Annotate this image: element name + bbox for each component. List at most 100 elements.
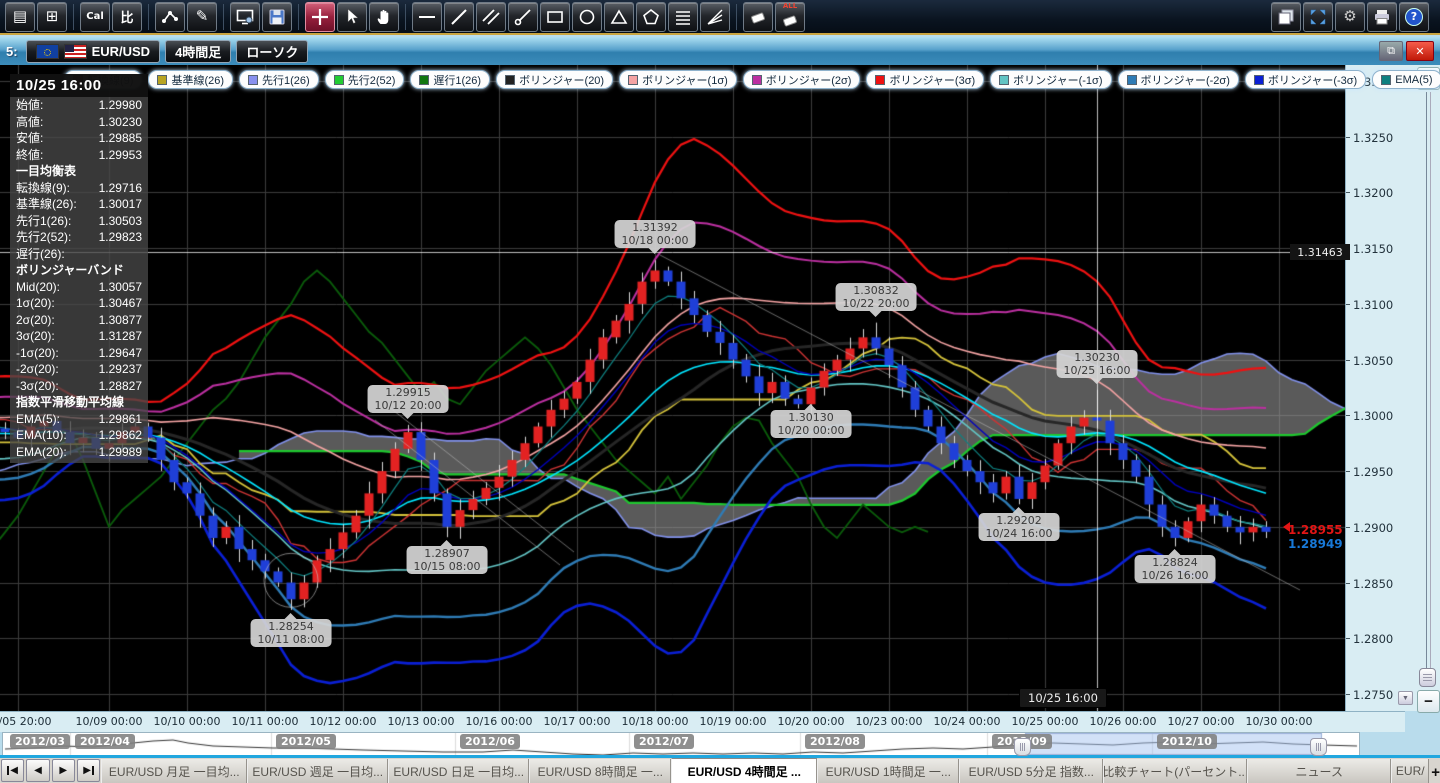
toolbar-separator: [736, 4, 737, 30]
draw-pencil-button[interactable]: ✎: [187, 2, 217, 32]
fullscreen-button[interactable]: [1303, 2, 1333, 32]
legend-item-12[interactable]: EMA(5): [1372, 70, 1440, 89]
fib-retracement-tool-icon: [673, 7, 693, 27]
legend-item-7[interactable]: ボリンジャー(2σ): [743, 70, 861, 89]
price-tick-label: 1.2850: [1353, 577, 1393, 591]
add-tab-button[interactable]: +: [1431, 763, 1440, 781]
toolbar-window-tools: ⚙?: [1270, 2, 1430, 32]
parallel-lines-tool-icon: [481, 7, 501, 27]
fib-retracement-tool-button[interactable]: [668, 2, 698, 32]
chart-type-button[interactable]: ローソク: [236, 40, 308, 63]
legend-label: 遅行1(26): [433, 72, 481, 88]
hline-tool-button[interactable]: [412, 2, 442, 32]
legend-item-8[interactable]: ボリンジャー(3σ): [866, 70, 984, 89]
tab-prev-button[interactable]: ◀: [26, 759, 49, 782]
navigator-left-handle[interactable]: [1014, 738, 1031, 756]
account-list-button[interactable]: ▤: [5, 2, 35, 32]
timeframe-button[interactable]: 4時間足: [165, 40, 231, 63]
price-tick-mark: [1346, 638, 1350, 639]
cascade-windows-button[interactable]: [1271, 2, 1301, 32]
info-row-value: 1.30057: [99, 279, 142, 296]
price-tick-mark: [1346, 360, 1350, 361]
axis-scroll-down-button[interactable]: ▼: [1398, 691, 1413, 705]
legend-item-1[interactable]: 基準線(26): [148, 70, 233, 89]
info-row: 安値:1.29885: [10, 130, 148, 147]
close-window-button[interactable]: ✕: [1406, 41, 1434, 61]
callout-time: 10/25 16:00: [1064, 364, 1131, 377]
pointer-tool-button[interactable]: [337, 2, 367, 32]
chart-tab-6[interactable]: EUR/USD 5分足 指数...: [959, 759, 1103, 783]
time-tick-label: 10/25 00:00: [1012, 715, 1079, 728]
help-button[interactable]: ?: [1399, 2, 1429, 32]
compare-button[interactable]: 比: [112, 2, 142, 32]
rectangle-tool-icon: [545, 7, 565, 27]
legend-label: 基準線(26): [171, 72, 224, 88]
legend-item-6[interactable]: ボリンジャー(1σ): [619, 70, 737, 89]
compare-icon: 比: [120, 7, 133, 26]
rectangle-tool-button[interactable]: [540, 2, 570, 32]
callout-time: 10/11 08:00: [258, 633, 325, 646]
info-row-label: 1σ(20):: [16, 295, 55, 312]
currency-pair-button[interactable]: EUR/USD: [26, 40, 161, 63]
price-tick-label: 1.3050: [1353, 354, 1393, 368]
tab-next-button[interactable]: ▶: [52, 759, 75, 782]
indicator-settings-button[interactable]: [155, 2, 185, 32]
scrollbar-track[interactable]: [1426, 92, 1431, 668]
crosshair-tool-button[interactable]: [305, 2, 335, 32]
chart-tab-7[interactable]: 比較チャート(パーセント...: [1103, 759, 1247, 783]
price-tick-mark: [1346, 192, 1350, 193]
chart-tab-0[interactable]: EUR/USD 月足 一目均...: [101, 759, 247, 783]
toolbar-separator: [73, 4, 74, 30]
hand-tool-button[interactable]: [369, 2, 399, 32]
chart-tab-9[interactable]: EUR/: [1391, 759, 1429, 783]
price-tick-label: 1.3000: [1353, 409, 1393, 423]
timeframe-label: 4時間足: [175, 42, 221, 61]
triangle-tool-button[interactable]: [604, 2, 634, 32]
legend-item-9[interactable]: ボリンジャー(-1σ): [990, 70, 1111, 89]
tab-last-button[interactable]: ▶: [77, 759, 100, 782]
info-row-label: 遅行(26):: [16, 246, 65, 263]
legend-item-5[interactable]: ボリンジャー(20): [496, 70, 613, 89]
pitchfork-tool-button[interactable]: [508, 2, 538, 32]
restore-window-button[interactable]: ⧉: [1379, 41, 1403, 61]
info-row-value: 1.29861: [99, 411, 142, 428]
pentagon-tool-button[interactable]: [636, 2, 666, 32]
callout-price: 1.29202: [986, 514, 1053, 527]
scrollbar-grip[interactable]: [1419, 668, 1436, 687]
info-row: 3σ(20):1.31287: [10, 328, 148, 345]
eraser-tool-button[interactable]: [743, 2, 773, 32]
callout-time: 10/22 20:00: [843, 297, 910, 310]
chart-tab-1[interactable]: EUR/USD 週足 一目均...: [247, 759, 388, 783]
legend-item-2[interactable]: 先行1(26): [239, 70, 319, 89]
new-chart-button[interactable]: ⊞: [37, 2, 67, 32]
time-tick-label: 10/11 00:00: [232, 715, 299, 728]
parallel-lines-tool-button[interactable]: [476, 2, 506, 32]
fib-fan-tool-button[interactable]: [700, 2, 730, 32]
zoom-out-button[interactable]: −: [1417, 690, 1440, 713]
chart-settings-button[interactable]: [230, 2, 260, 32]
chart-tab-5[interactable]: EUR/USD 1時間足 一...: [817, 759, 959, 783]
price-tick-label: 1.2750: [1353, 688, 1393, 702]
erase-all-tool-button[interactable]: ALL: [775, 2, 805, 32]
trendline-tool-button[interactable]: [444, 2, 474, 32]
navigator-month-label: 2012/08: [805, 734, 865, 749]
settings-gear-button[interactable]: ⚙: [1335, 2, 1365, 32]
chart-tab-4[interactable]: EUR/USD 4時間足 ...: [671, 758, 817, 783]
info-panel-body: 始値:1.29980高値:1.30230安値:1.29885終値:1.29953…: [10, 97, 148, 460]
calendar-button[interactable]: Cal: [80, 2, 110, 32]
chart-tab-3[interactable]: EUR/USD 8時間足 一...: [529, 759, 671, 783]
tab-first-button[interactable]: ◀: [1, 759, 24, 782]
chart-canvas[interactable]: [0, 65, 1345, 711]
chart-tab-8[interactable]: ニュース: [1247, 759, 1391, 783]
legend-item-4[interactable]: 遅行1(26): [410, 70, 490, 89]
legend-item-3[interactable]: 先行2(52): [325, 70, 405, 89]
callout-price: 1.28254: [258, 620, 325, 633]
chart-tab-2[interactable]: EUR/USD 日足 一目均...: [388, 759, 529, 783]
ellipse-tool-button[interactable]: [572, 2, 602, 32]
save-template-button[interactable]: [262, 2, 292, 32]
navigator-right-handle[interactable]: [1310, 738, 1327, 756]
price-axis[interactable]: 1.33001.32501.32001.31501.31001.30501.30…: [1345, 65, 1406, 711]
legend-item-10[interactable]: ボリンジャー(-2σ): [1118, 70, 1239, 89]
legend-item-11[interactable]: ボリンジャー(-3σ): [1245, 70, 1366, 89]
print-button[interactable]: [1367, 2, 1397, 32]
